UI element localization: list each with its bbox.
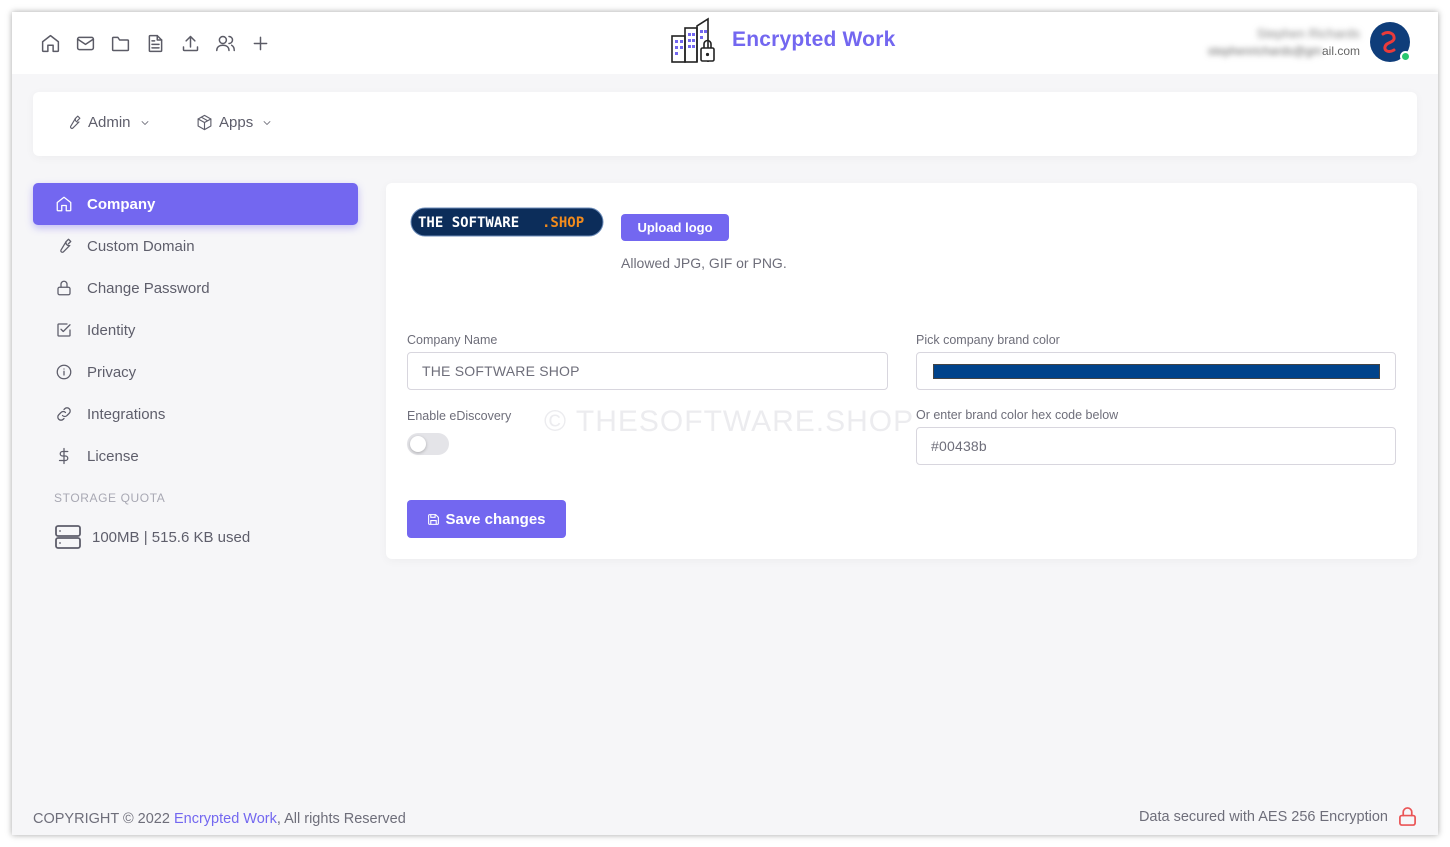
dollar-icon: [58, 447, 69, 465]
logo-text-accent: .SHOP: [542, 215, 584, 231]
top-icon-bar: [38, 31, 272, 55]
save-changes-button[interactable]: Save changes: [407, 500, 566, 538]
brand-color-swatch: [933, 364, 1380, 379]
top-navbar: Encrypted Work Stephen Richards stephenr…: [12, 12, 1438, 74]
lock-icon: [1399, 807, 1416, 826]
sidebar-item-custom-domain[interactable]: Custom Domain: [33, 225, 358, 267]
company-settings-card: THE SOFTWARE .SHOP Upload logo Allowed J…: [386, 183, 1417, 559]
watermark: © THESOFTWARE.SHOP: [544, 405, 915, 438]
save-icon: [428, 513, 440, 525]
plus-icon[interactable]: [248, 31, 272, 55]
ediscovery-toggle[interactable]: [407, 433, 449, 455]
avatar[interactable]: [1370, 22, 1411, 62]
wrench-icon: [60, 238, 72, 253]
user-name: Stephen Richards: [1256, 26, 1360, 41]
sidebar-item-identity[interactable]: Identity: [33, 309, 358, 351]
package-icon: [197, 114, 212, 131]
file-icon[interactable]: [143, 31, 167, 55]
folder-icon[interactable]: [108, 31, 132, 55]
footer-security: Data secured with AES 256 Encryption: [1139, 806, 1417, 827]
company-logo: THE SOFTWARE .SHOP: [410, 207, 604, 237]
horizontal-menu: Admin Apps: [33, 92, 1417, 156]
toggle-knob: [410, 436, 426, 452]
ediscovery-label: Enable eDiscovery: [407, 409, 512, 423]
user-email: stephenrichards@gmail.com: [1207, 44, 1360, 58]
company-name-label: Company Name: [407, 333, 498, 347]
chevron-down-icon: [263, 120, 271, 125]
sidebar-item-privacy[interactable]: Privacy: [33, 351, 358, 393]
menu-admin-label: Admin: [88, 114, 131, 131]
company-name-input[interactable]: [407, 352, 888, 390]
user-menu[interactable]: Stephen Richards stephenrichards@gmail.c…: [1207, 22, 1411, 62]
settings-sidebar: Company Custom Domain Change Password Id…: [33, 183, 358, 551]
storage-quota: 100MB | 515.6 KB used: [33, 523, 358, 551]
hex-code-input[interactable]: [916, 427, 1396, 465]
sidebar-item-label: Privacy: [87, 363, 137, 381]
brand-color-label: Pick company brand color: [916, 333, 1060, 347]
online-status-dot: [1400, 51, 1411, 62]
sidebar-item-label: Change Password: [87, 279, 210, 297]
menu-apps-label: Apps: [219, 114, 254, 131]
brand-logo[interactable]: Encrypted Work: [668, 16, 895, 64]
upload-icon[interactable]: [178, 31, 202, 55]
brand-color-picker[interactable]: [916, 352, 1396, 390]
sidebar-item-change-password[interactable]: Change Password: [33, 267, 358, 309]
menu-apps[interactable]: Apps: [196, 114, 273, 131]
upload-logo-button[interactable]: Upload logo: [621, 214, 729, 241]
info-icon: [56, 364, 72, 380]
home-icon[interactable]: [38, 31, 62, 55]
footer-brand-link[interactable]: Encrypted Work: [174, 811, 277, 827]
logo-text-main: THE SOFTWARE: [418, 215, 519, 231]
hex-code-label: Or enter brand color hex code below: [916, 408, 1119, 422]
lock-icon: [57, 280, 71, 296]
footer-copyright: COPYRIGHT © 2022 Encrypted Work, All rig…: [33, 811, 406, 827]
sidebar-item-integrations[interactable]: Integrations: [33, 393, 358, 435]
menu-admin[interactable]: Admin: [65, 114, 151, 131]
city-lock-icon: [671, 17, 715, 63]
app-window: Encrypted Work Stephen Richards stephenr…: [12, 12, 1438, 835]
allowed-formats-hint: Allowed JPG, GIF or PNG.: [621, 255, 787, 271]
wrench-icon: [69, 115, 81, 129]
sidebar-item-company[interactable]: Company: [33, 183, 358, 225]
home-icon: [56, 196, 72, 212]
sidebar-item-license[interactable]: License: [33, 435, 358, 477]
storage-usage-text: 100MB | 515.6 KB used: [92, 528, 251, 546]
server-icon: [55, 525, 81, 549]
sidebar-item-label: Custom Domain: [87, 237, 195, 255]
users-icon[interactable]: [213, 31, 237, 55]
mail-icon[interactable]: [73, 31, 97, 55]
save-changes-label: Save changes: [445, 510, 546, 528]
sidebar-item-label: License: [87, 447, 139, 465]
check-square-icon: [57, 323, 71, 337]
sidebar-item-label: Company: [87, 195, 156, 213]
security-text: Data secured with AES 256 Encryption: [1138, 808, 1388, 825]
chevron-down-icon: [141, 120, 148, 125]
sidebar-item-label: Integrations: [87, 405, 166, 423]
sidebar-item-label: Identity: [87, 321, 136, 339]
brand-name: Encrypted Work: [732, 28, 896, 51]
storage-quota-heading: STORAGE QUOTA: [54, 491, 166, 505]
link-icon: [57, 407, 71, 421]
